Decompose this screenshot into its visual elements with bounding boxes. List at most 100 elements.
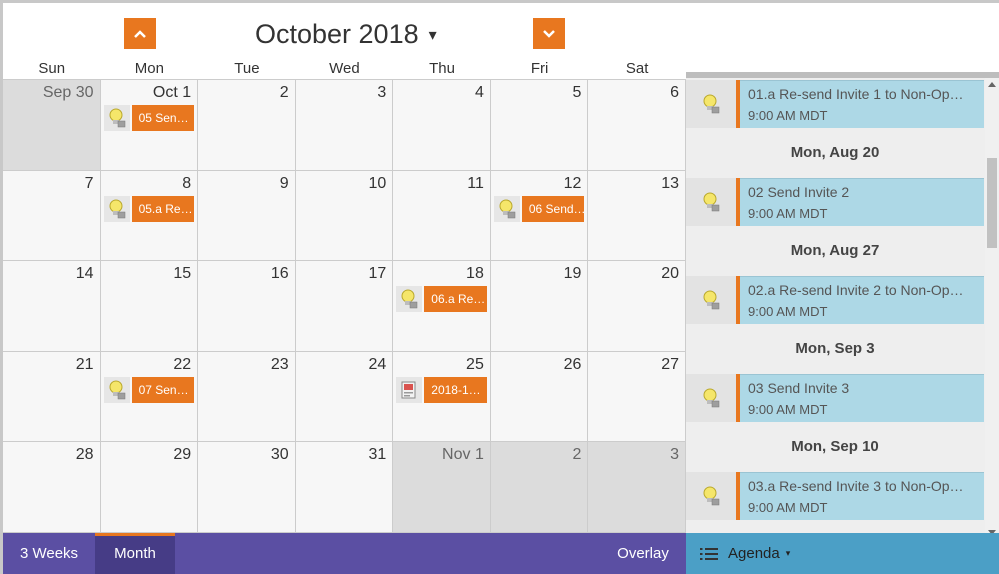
day-number: 23 xyxy=(270,355,289,373)
day-number: 10 xyxy=(368,174,387,192)
day-number: 8 xyxy=(182,174,192,192)
dropdown-caret-icon: ▾ xyxy=(428,26,437,44)
event-label: 05.a Re… xyxy=(131,195,195,222)
day-cell[interactable]: 21 xyxy=(3,351,101,443)
month-title-dropdown[interactable]: October 2018 ▾ xyxy=(255,19,437,50)
day-cell[interactable]: Oct 1 05 Sen… xyxy=(100,80,199,171)
chevron-up-icon xyxy=(134,29,146,38)
day-of-week-label: Sun xyxy=(38,60,66,77)
day-cell[interactable]: 14 xyxy=(3,261,101,352)
agenda-item-body: 01.a Re-send Invite 1 to Non-Op… 9:00 AM … xyxy=(740,80,984,128)
day-of-week-label: Mon xyxy=(134,60,164,77)
day-cell[interactable]: 3 xyxy=(588,442,686,533)
day-number: 11 xyxy=(467,174,484,192)
agenda-item[interactable]: 02.a Re-send Invite 2 to Non-Op… 9:00 AM … xyxy=(686,276,984,324)
lightbulb-icon xyxy=(103,376,130,403)
day-cell[interactable]: 2 xyxy=(198,80,296,171)
agenda-date-header: Mon, Aug 20 xyxy=(790,144,880,161)
day-cell[interactable]: 30 xyxy=(198,442,296,533)
day-cell[interactable]: 29 xyxy=(100,442,199,533)
agenda-item[interactable]: 03 Send Invite 3 9:00 AM MDT xyxy=(686,374,984,422)
day-cell[interactable]: 4 xyxy=(393,80,491,171)
agenda-item[interactable]: 02 Send Invite 2 9:00 AM MDT xyxy=(686,178,984,226)
list-icon xyxy=(700,547,718,560)
calendar-event[interactable]: 06.a Re… xyxy=(396,286,487,313)
day-cell[interactable]: 18 06.a Re… xyxy=(393,261,491,352)
event-label: 05 Sen… xyxy=(131,105,195,131)
lightbulb-icon xyxy=(103,195,130,222)
agenda-view-dropdown[interactable]: Agenda ▾ xyxy=(686,533,999,574)
agenda-scrollbar[interactable] xyxy=(985,78,999,533)
day-number: 5 xyxy=(572,84,582,101)
agenda-item-body: 02.a Re-send Invite 2 to Non-Op… 9:00 AM … xyxy=(740,276,984,324)
agenda-item-body: 02 Send Invite 2 9:00 AM MDT xyxy=(740,178,984,226)
day-cell[interactable]: 23 xyxy=(198,351,296,443)
day-cell[interactable]: 27 xyxy=(588,351,686,443)
three-weeks-view-button[interactable]: 3 Weeks xyxy=(3,533,95,574)
day-number: 3 xyxy=(377,84,387,101)
day-cell[interactable]: 25 2018-1… xyxy=(393,351,491,443)
agenda-date-header: Mon, Aug 27 xyxy=(790,242,880,259)
day-cell[interactable]: Nov 1 xyxy=(393,442,491,533)
day-cell[interactable]: 12 06 Send… xyxy=(490,170,589,262)
day-cell[interactable]: 26 xyxy=(490,351,589,443)
agenda-item-time: 9:00 AM MDT xyxy=(748,402,828,417)
event-label: 2018-1… xyxy=(424,376,487,403)
next-month-button[interactable] xyxy=(533,18,565,49)
day-cell[interactable]: 19 xyxy=(490,261,589,352)
day-cell[interactable]: 3 xyxy=(295,80,394,171)
day-cell[interactable]: 22 07 Sen… xyxy=(100,351,199,443)
agenda-item-title: 01.a Re-send Invite 1 to Non-Op… xyxy=(748,86,964,102)
calendar-event[interactable]: 07 Sen… xyxy=(103,376,195,403)
agenda-item-body: 03.a Re-send Invite 3 to Non-Op… 9:00 AM … xyxy=(740,472,984,520)
day-number: 29 xyxy=(173,446,192,464)
agenda-date-header: Mon, Sep 10 xyxy=(791,438,879,455)
day-cell[interactable]: 31 xyxy=(295,442,394,533)
day-cell[interactable]: 24 xyxy=(295,351,394,443)
day-number: 16 xyxy=(270,265,289,283)
month-grid: Sep 30 Oct 1 05 Sen… 2 3 4 5 6 7 8 05.a Re… 9 10 11 12… xyxy=(3,79,686,533)
calendar-event[interactable]: 2018-1… xyxy=(396,376,487,403)
day-cell[interactable]: 15 xyxy=(100,261,199,352)
day-cell[interactable]: 17 xyxy=(295,261,394,352)
day-of-week-label: Wed xyxy=(329,60,360,77)
day-cell[interactable]: 28 xyxy=(3,442,101,533)
scroll-up-arrow-icon[interactable] xyxy=(988,82,996,87)
day-number: 13 xyxy=(661,174,679,192)
overlay-button[interactable]: Overlay xyxy=(603,533,683,574)
day-number: 2 xyxy=(279,84,289,101)
calendar-event[interactable]: 06 Send… xyxy=(493,195,585,222)
day-cell[interactable]: 13 xyxy=(588,170,686,262)
day-number: 12 xyxy=(563,174,582,192)
agenda-label: Agenda xyxy=(728,545,780,562)
day-number: Sep 30 xyxy=(42,84,94,101)
agenda-item[interactable]: 03.a Re-send Invite 3 to Non-Op… 9:00 AM … xyxy=(686,472,984,520)
month-title: October 2018 xyxy=(255,19,419,49)
day-of-week-label: Thu xyxy=(429,60,455,77)
calendar-event[interactable]: 05 Sen… xyxy=(103,105,195,131)
agenda-item-body: 03 Send Invite 3 9:00 AM MDT xyxy=(740,374,984,422)
agenda-panel[interactable]: 01.a Re-send Invite 1 to Non-Op… 9:00 AM … xyxy=(686,72,999,533)
calendar-event[interactable]: 05.a Re… xyxy=(103,195,195,222)
day-cell[interactable]: 10 xyxy=(295,170,394,262)
day-cell[interactable]: 9 xyxy=(198,170,296,262)
agenda-item-title: 02 Send Invite 2 xyxy=(748,184,850,200)
day-cell[interactable]: 16 xyxy=(198,261,296,352)
scroll-thumb[interactable] xyxy=(987,158,997,248)
month-view-button[interactable]: Month xyxy=(95,533,175,574)
view-switcher-bar: 3 Weeks Month Overlay xyxy=(3,533,686,574)
day-cell[interactable]: 5 xyxy=(490,80,589,171)
previous-month-button[interactable] xyxy=(124,18,156,49)
day-cell[interactable]: 8 05.a Re… xyxy=(100,170,199,262)
day-cell[interactable]: 2 xyxy=(490,442,589,533)
day-cell[interactable]: 7 xyxy=(3,170,101,262)
lightbulb-icon xyxy=(103,105,130,131)
day-cell[interactable]: Sep 30 xyxy=(3,80,101,171)
agenda-item-time: 9:00 AM MDT xyxy=(748,206,828,221)
agenda-item-time: 9:00 AM MDT xyxy=(748,500,828,515)
day-cell[interactable]: 20 xyxy=(588,261,686,352)
agenda-item[interactable]: 01.a Re-send Invite 1 to Non-Op… 9:00 AM … xyxy=(686,80,984,128)
day-number: 18 xyxy=(466,265,484,283)
day-cell[interactable]: 11 xyxy=(393,170,491,262)
day-cell[interactable]: 6 xyxy=(588,80,686,171)
